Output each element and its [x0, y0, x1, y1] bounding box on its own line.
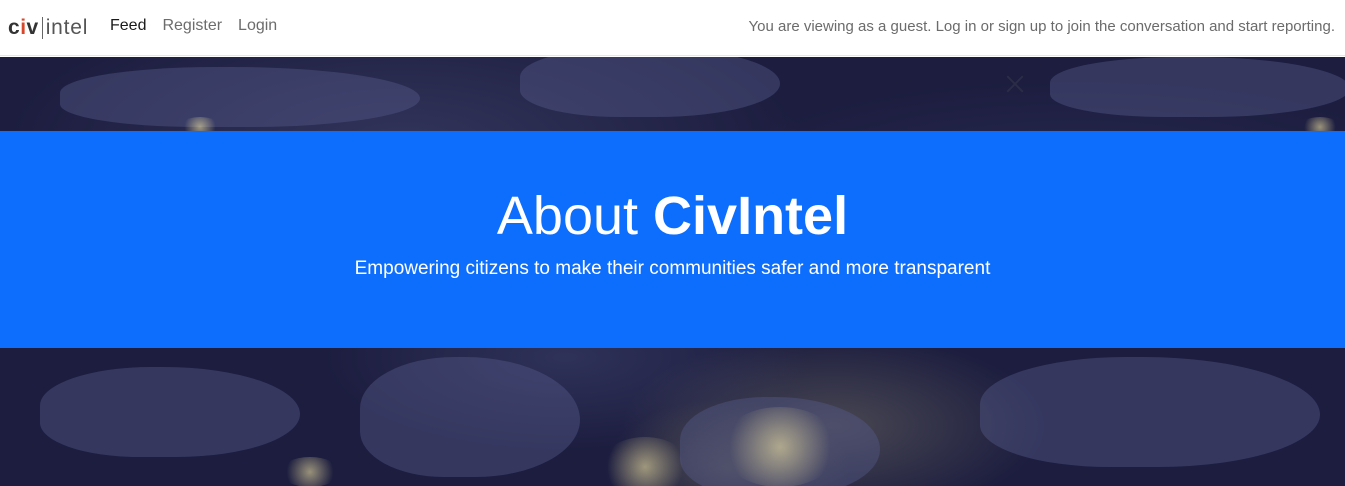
close-icon[interactable]	[1004, 73, 1026, 95]
banner-title: About CivIntel	[0, 181, 1345, 251]
top-navbar: civ intel Feed Register Login You are vie…	[0, 0, 1345, 56]
hero-landmass	[360, 357, 580, 477]
brand-letter-v: v	[26, 16, 39, 39]
nav-links: Feed Register Login	[110, 17, 277, 35]
brand-letter-c: c	[8, 16, 21, 39]
hero-landmass	[520, 57, 780, 117]
banner-subtitle: Empowering citizens to make their commun…	[354, 258, 991, 279]
hero-city-lights	[280, 457, 340, 486]
hero-landmass	[1050, 57, 1345, 117]
brand-logo[interactable]: civ intel	[8, 14, 88, 42]
brand-intel: intel	[45, 16, 89, 39]
guest-message: You are viewing as a guest. Log in or si…	[748, 18, 1335, 35]
banner-title-light: About	[496, 186, 654, 246]
hero-landmass	[980, 357, 1320, 467]
nav-link-login[interactable]: Login	[238, 17, 277, 35]
brand-civ: civ	[8, 16, 39, 40]
about-banner: About CivIntel Empowering citizens to ma…	[0, 131, 1345, 348]
brand-separator	[41, 17, 43, 39]
nav-link-register[interactable]: Register	[162, 17, 222, 35]
hero-city-lights	[600, 437, 690, 486]
nav-link-feed[interactable]: Feed	[110, 17, 146, 35]
hero-landmass	[40, 367, 300, 457]
hero-landmass	[60, 67, 420, 127]
banner-title-bold: CivIntel	[653, 186, 849, 246]
hero-city-lights	[720, 407, 840, 486]
